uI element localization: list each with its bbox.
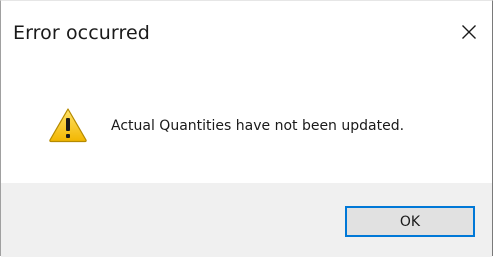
- dialog-title: Error occurred: [13, 22, 150, 44]
- title-bar[interactable]: Error occurred: [1, 1, 492, 61]
- dialog-body: Actual Quantities have not been updated.: [1, 61, 492, 183]
- close-button[interactable]: [446, 11, 492, 53]
- ok-button-label: OK: [399, 213, 421, 230]
- ok-button[interactable]: OK: [345, 206, 475, 237]
- error-dialog: Error occurred Actual Quantities have no…: [0, 0, 493, 257]
- close-icon: [461, 24, 477, 40]
- error-message: Actual Quantities have not been updated.: [111, 118, 405, 134]
- warning-icon: [48, 107, 88, 143]
- button-bar: OK: [1, 183, 492, 257]
